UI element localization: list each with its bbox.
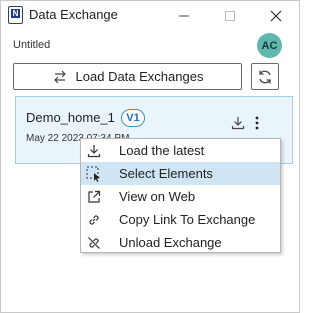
maximize-icon [225,11,235,21]
menu-item-copy-link[interactable]: Copy Link To Exchange [81,208,280,231]
menu-item-view-on-web[interactable]: View on Web [81,185,280,208]
refresh-button[interactable] [251,63,279,90]
link-icon [86,212,102,228]
user-avatar[interactable]: AC [257,33,282,58]
unlink-icon [86,235,102,251]
menu-item-label: Unload Exchange [119,235,222,250]
load-data-exchanges-label: Load Data Exchanges [75,69,204,84]
title-bar: N Data Exchange [1,1,299,31]
app-logo-letter: N [11,9,20,18]
menu-item-label: Copy Link To Exchange [119,212,256,227]
menu-item-select-elements[interactable]: Select Elements [81,162,280,185]
maximize-button[interactable] [207,1,253,31]
exchange-name: Demo_home_1 [26,110,115,125]
download-icon[interactable] [230,115,246,131]
menu-item-label: Select Elements [119,166,213,181]
minimize-button[interactable] [161,1,207,31]
data-exchange-window: N Data Exchange Untitled AC Load Data Ex… [0,0,300,313]
download-icon [86,143,102,159]
app-logo-icon: N [8,6,23,24]
exchange-context-menu: Load the latest Select Elements View on … [80,138,281,253]
menu-item-load-latest[interactable]: Load the latest [81,139,280,162]
document-name: Untitled [13,39,51,51]
select-elements-icon [86,166,102,182]
minimize-icon [179,15,189,17]
version-badge: V1 [121,109,145,127]
swap-arrows-icon [53,70,66,83]
window-title: Data Exchange [29,7,118,22]
menu-item-label: Load the latest [119,143,205,158]
close-button[interactable] [253,1,299,31]
close-icon [270,10,282,22]
menu-item-unload-exchange[interactable]: Unload Exchange [81,231,280,254]
refresh-icon [259,70,271,83]
load-data-exchanges-button[interactable]: Load Data Exchanges [13,63,242,90]
more-options-icon[interactable] [252,115,262,131]
external-link-icon [86,189,102,205]
menu-item-label: View on Web [119,189,196,204]
